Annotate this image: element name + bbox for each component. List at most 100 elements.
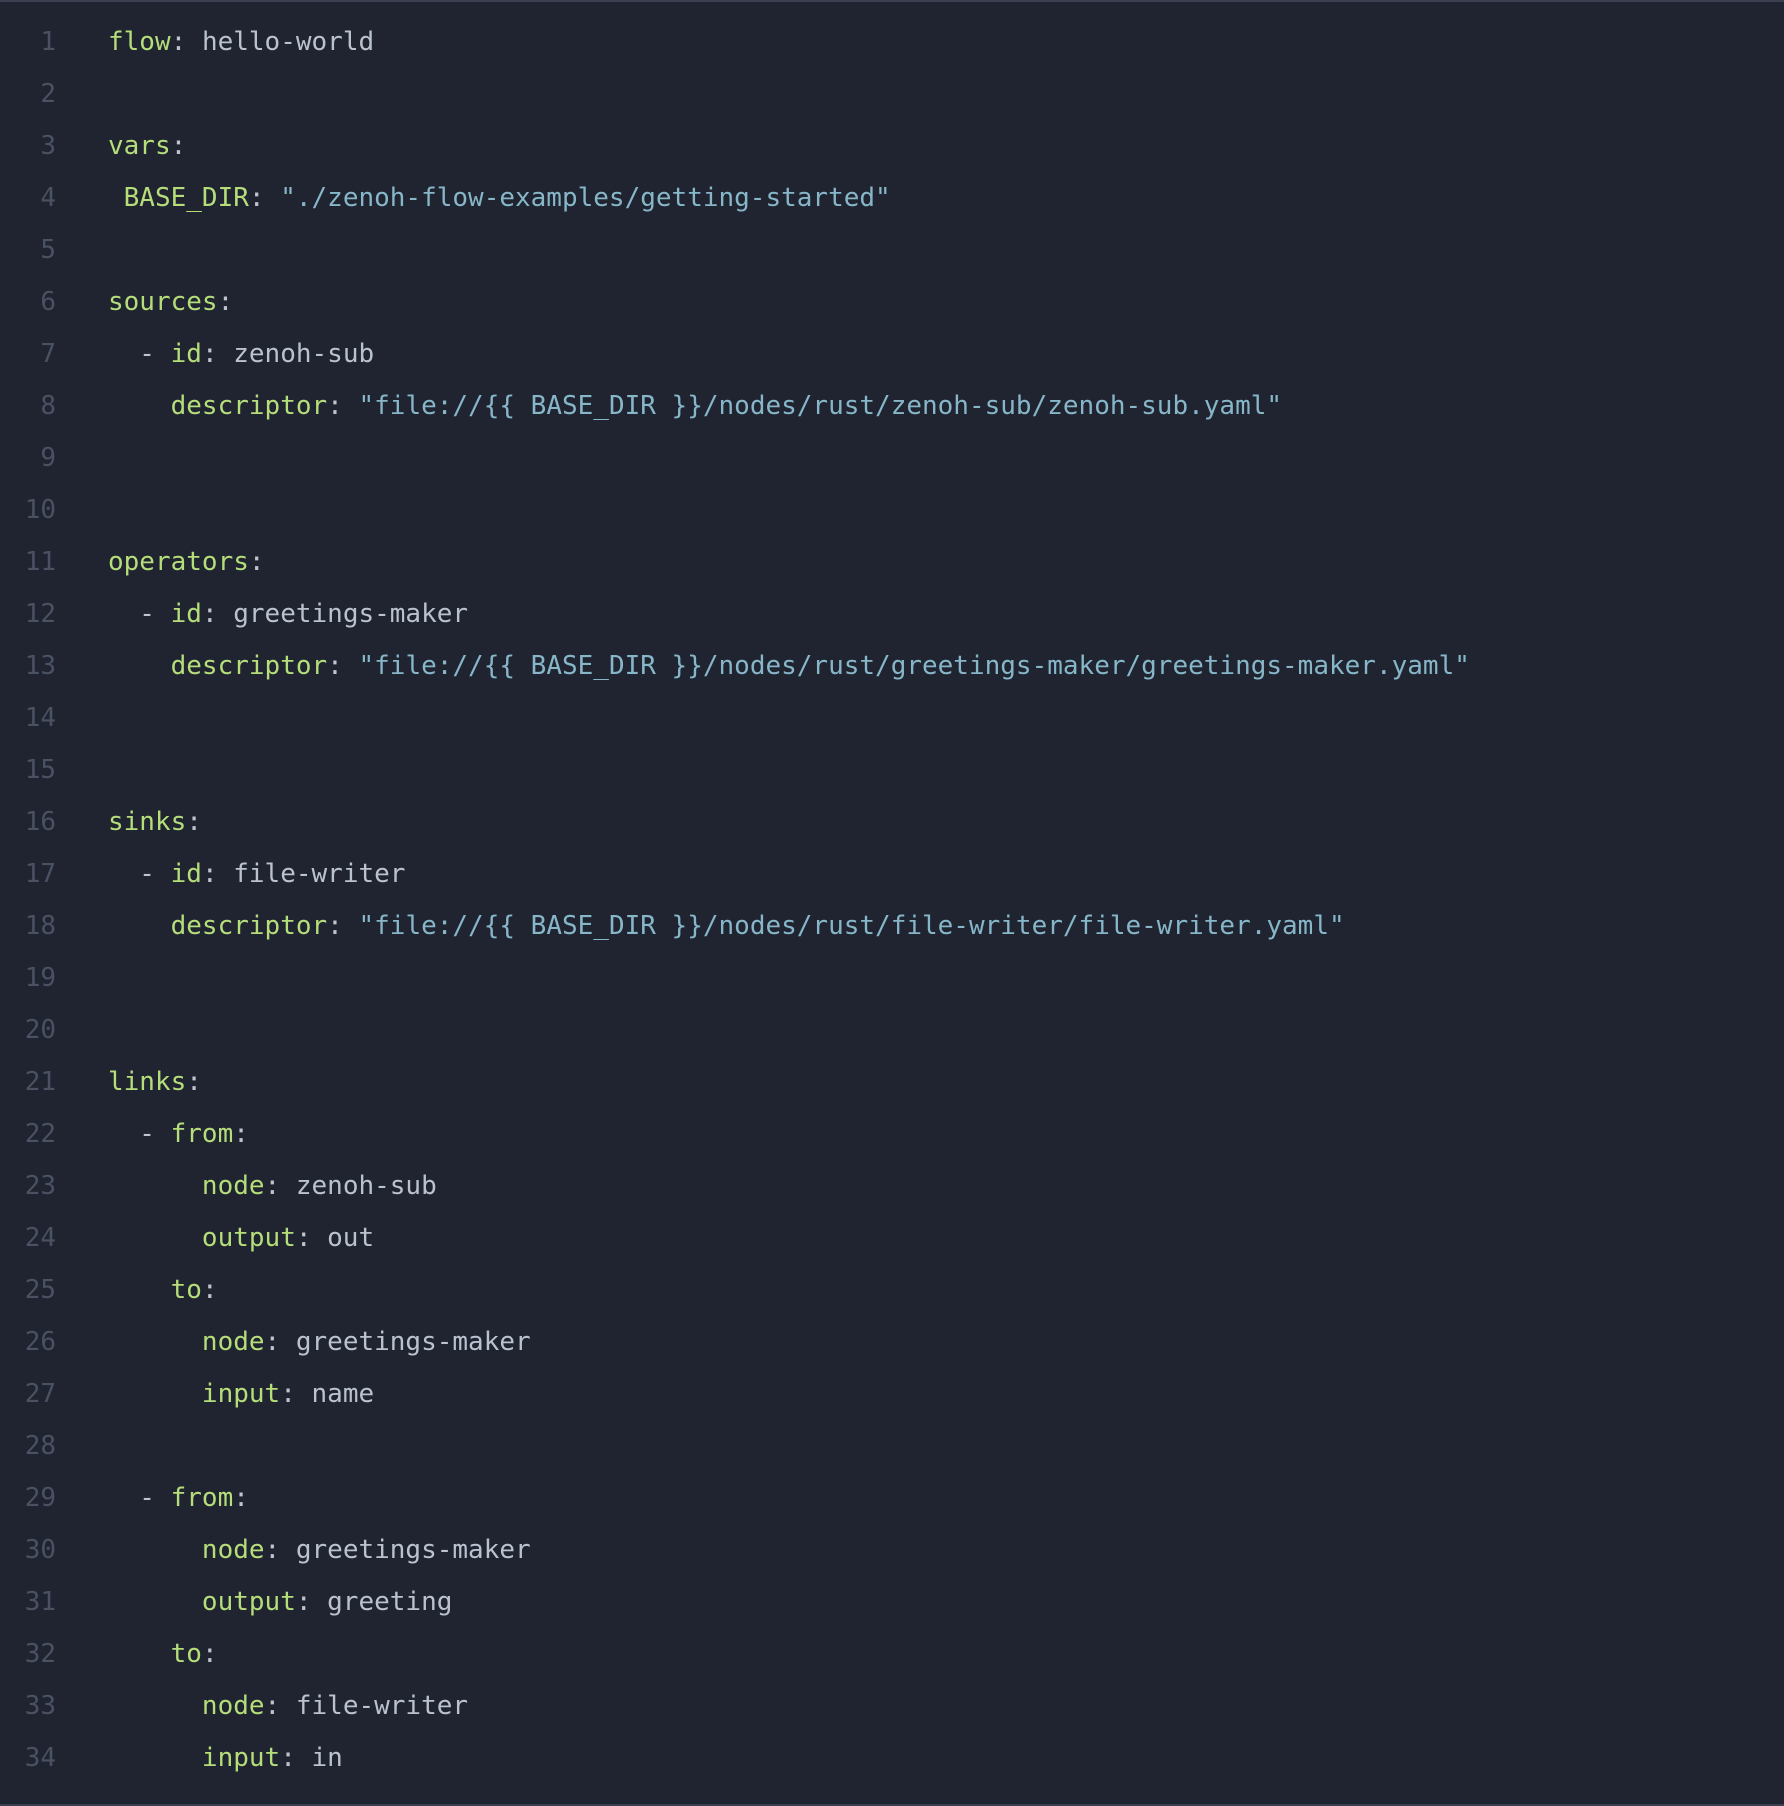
token-punct	[108, 1171, 202, 1201]
code-line[interactable]: links:	[108, 1056, 1784, 1108]
code-line[interactable]: node: zenoh-sub	[108, 1160, 1784, 1212]
line-number: 14	[0, 692, 74, 744]
line-number: 17	[0, 848, 74, 900]
code-line[interactable]: output: greeting	[108, 1576, 1784, 1628]
code-line[interactable]: - id: greetings-maker	[108, 588, 1784, 640]
line-number: 18	[0, 900, 74, 952]
token-plain: zenoh-sub	[233, 339, 374, 369]
code-line[interactable]	[108, 432, 1784, 484]
token-punct	[108, 651, 171, 681]
token-punct	[108, 1327, 202, 1357]
token-punct: :	[233, 1483, 249, 1513]
line-number: 24	[0, 1212, 74, 1264]
line-number: 33	[0, 1680, 74, 1732]
token-str: "file://{{ BASE_DIR }}/nodes/rust/greeti…	[358, 651, 1469, 681]
code-line[interactable]	[108, 1004, 1784, 1056]
token-plain: greetings-maker	[296, 1535, 531, 1565]
code-line[interactable]: descriptor: "file://{{ BASE_DIR }}/nodes…	[108, 380, 1784, 432]
token-punct	[108, 1743, 202, 1773]
code-line[interactable]: input: name	[108, 1368, 1784, 1420]
token-plain: in	[312, 1743, 343, 1773]
line-number: 32	[0, 1628, 74, 1680]
token-punct: -	[108, 1119, 171, 1149]
token-punct: :	[296, 1223, 327, 1253]
code-line[interactable]: node: greetings-maker	[108, 1316, 1784, 1368]
code-line[interactable]: output: out	[108, 1212, 1784, 1264]
line-number: 11	[0, 536, 74, 588]
line-number: 1	[0, 16, 74, 68]
code-area[interactable]: flow: hello-world vars: BASE_DIR: "./zen…	[74, 2, 1784, 1804]
code-line[interactable]: node: greetings-maker	[108, 1524, 1784, 1576]
token-punct: -	[108, 339, 171, 369]
code-line[interactable]: flow: hello-world	[108, 16, 1784, 68]
token-key: BASE_DIR	[124, 183, 249, 213]
code-line[interactable]	[108, 68, 1784, 120]
code-line[interactable]	[108, 952, 1784, 1004]
token-punct: :	[265, 1327, 296, 1357]
token-punct	[108, 1535, 202, 1565]
token-str: "./zenoh-flow-examples/getting-started"	[280, 183, 890, 213]
line-number: 31	[0, 1576, 74, 1628]
token-punct: -	[108, 859, 171, 889]
token-punct: :	[186, 1067, 202, 1097]
token-punct: :	[280, 1743, 311, 1773]
code-line[interactable]: input: in	[108, 1732, 1784, 1784]
token-punct: :	[327, 391, 358, 421]
code-line[interactable]: sources:	[108, 276, 1784, 328]
code-line[interactable]: descriptor: "file://{{ BASE_DIR }}/nodes…	[108, 900, 1784, 952]
line-number: 26	[0, 1316, 74, 1368]
token-key: from	[171, 1483, 234, 1513]
token-key: id	[171, 339, 202, 369]
code-line[interactable]: - id: file-writer	[108, 848, 1784, 900]
token-key: from	[171, 1119, 234, 1149]
token-key: node	[202, 1171, 265, 1201]
token-plain: greetings-maker	[233, 599, 468, 629]
token-key: to	[171, 1639, 202, 1669]
line-number: 29	[0, 1472, 74, 1524]
code-line[interactable]	[108, 484, 1784, 536]
token-punct: -	[108, 599, 171, 629]
token-punct: :	[280, 1379, 311, 1409]
code-line[interactable]: descriptor: "file://{{ BASE_DIR }}/nodes…	[108, 640, 1784, 692]
line-number: 9	[0, 432, 74, 484]
token-key: id	[171, 599, 202, 629]
code-line[interactable]: - id: zenoh-sub	[108, 328, 1784, 380]
line-number: 4	[0, 172, 74, 224]
token-punct: :	[233, 1119, 249, 1149]
token-punct: :	[202, 1275, 218, 1305]
token-punct: :	[202, 859, 233, 889]
code-line[interactable]: to:	[108, 1628, 1784, 1680]
token-plain: file-writer	[233, 859, 405, 889]
code-line[interactable]: vars:	[108, 120, 1784, 172]
token-str: "file://{{ BASE_DIR }}/nodes/rust/file-w…	[358, 911, 1344, 941]
code-line[interactable]: - from:	[108, 1108, 1784, 1160]
token-key: to	[171, 1275, 202, 1305]
token-punct: :	[265, 1691, 296, 1721]
code-line[interactable]	[108, 1420, 1784, 1472]
line-number: 27	[0, 1368, 74, 1420]
code-editor[interactable]: 1234567891011121314151617181920212223242…	[0, 0, 1784, 1806]
token-punct: :	[171, 131, 187, 161]
token-key: node	[202, 1691, 265, 1721]
token-punct	[108, 183, 124, 213]
token-str: "file://{{ BASE_DIR }}/nodes/rust/zenoh-…	[358, 391, 1282, 421]
code-line[interactable]: node: file-writer	[108, 1680, 1784, 1732]
code-line[interactable]	[108, 744, 1784, 796]
token-punct	[108, 1691, 202, 1721]
token-plain: greetings-maker	[296, 1327, 531, 1357]
code-line[interactable]	[108, 692, 1784, 744]
code-line[interactable]: BASE_DIR: "./zenoh-flow-examples/getting…	[108, 172, 1784, 224]
code-line[interactable]: to:	[108, 1264, 1784, 1316]
code-line[interactable]: - from:	[108, 1472, 1784, 1524]
token-punct: :	[327, 911, 358, 941]
code-line[interactable]: operators:	[108, 536, 1784, 588]
line-number: 5	[0, 224, 74, 276]
token-key: output	[202, 1223, 296, 1253]
token-punct	[108, 1379, 202, 1409]
line-number: 15	[0, 744, 74, 796]
token-punct: :	[265, 1171, 296, 1201]
token-punct: -	[108, 1483, 171, 1513]
code-line[interactable]	[108, 224, 1784, 276]
code-line[interactable]: sinks:	[108, 796, 1784, 848]
token-punct	[108, 1639, 171, 1669]
